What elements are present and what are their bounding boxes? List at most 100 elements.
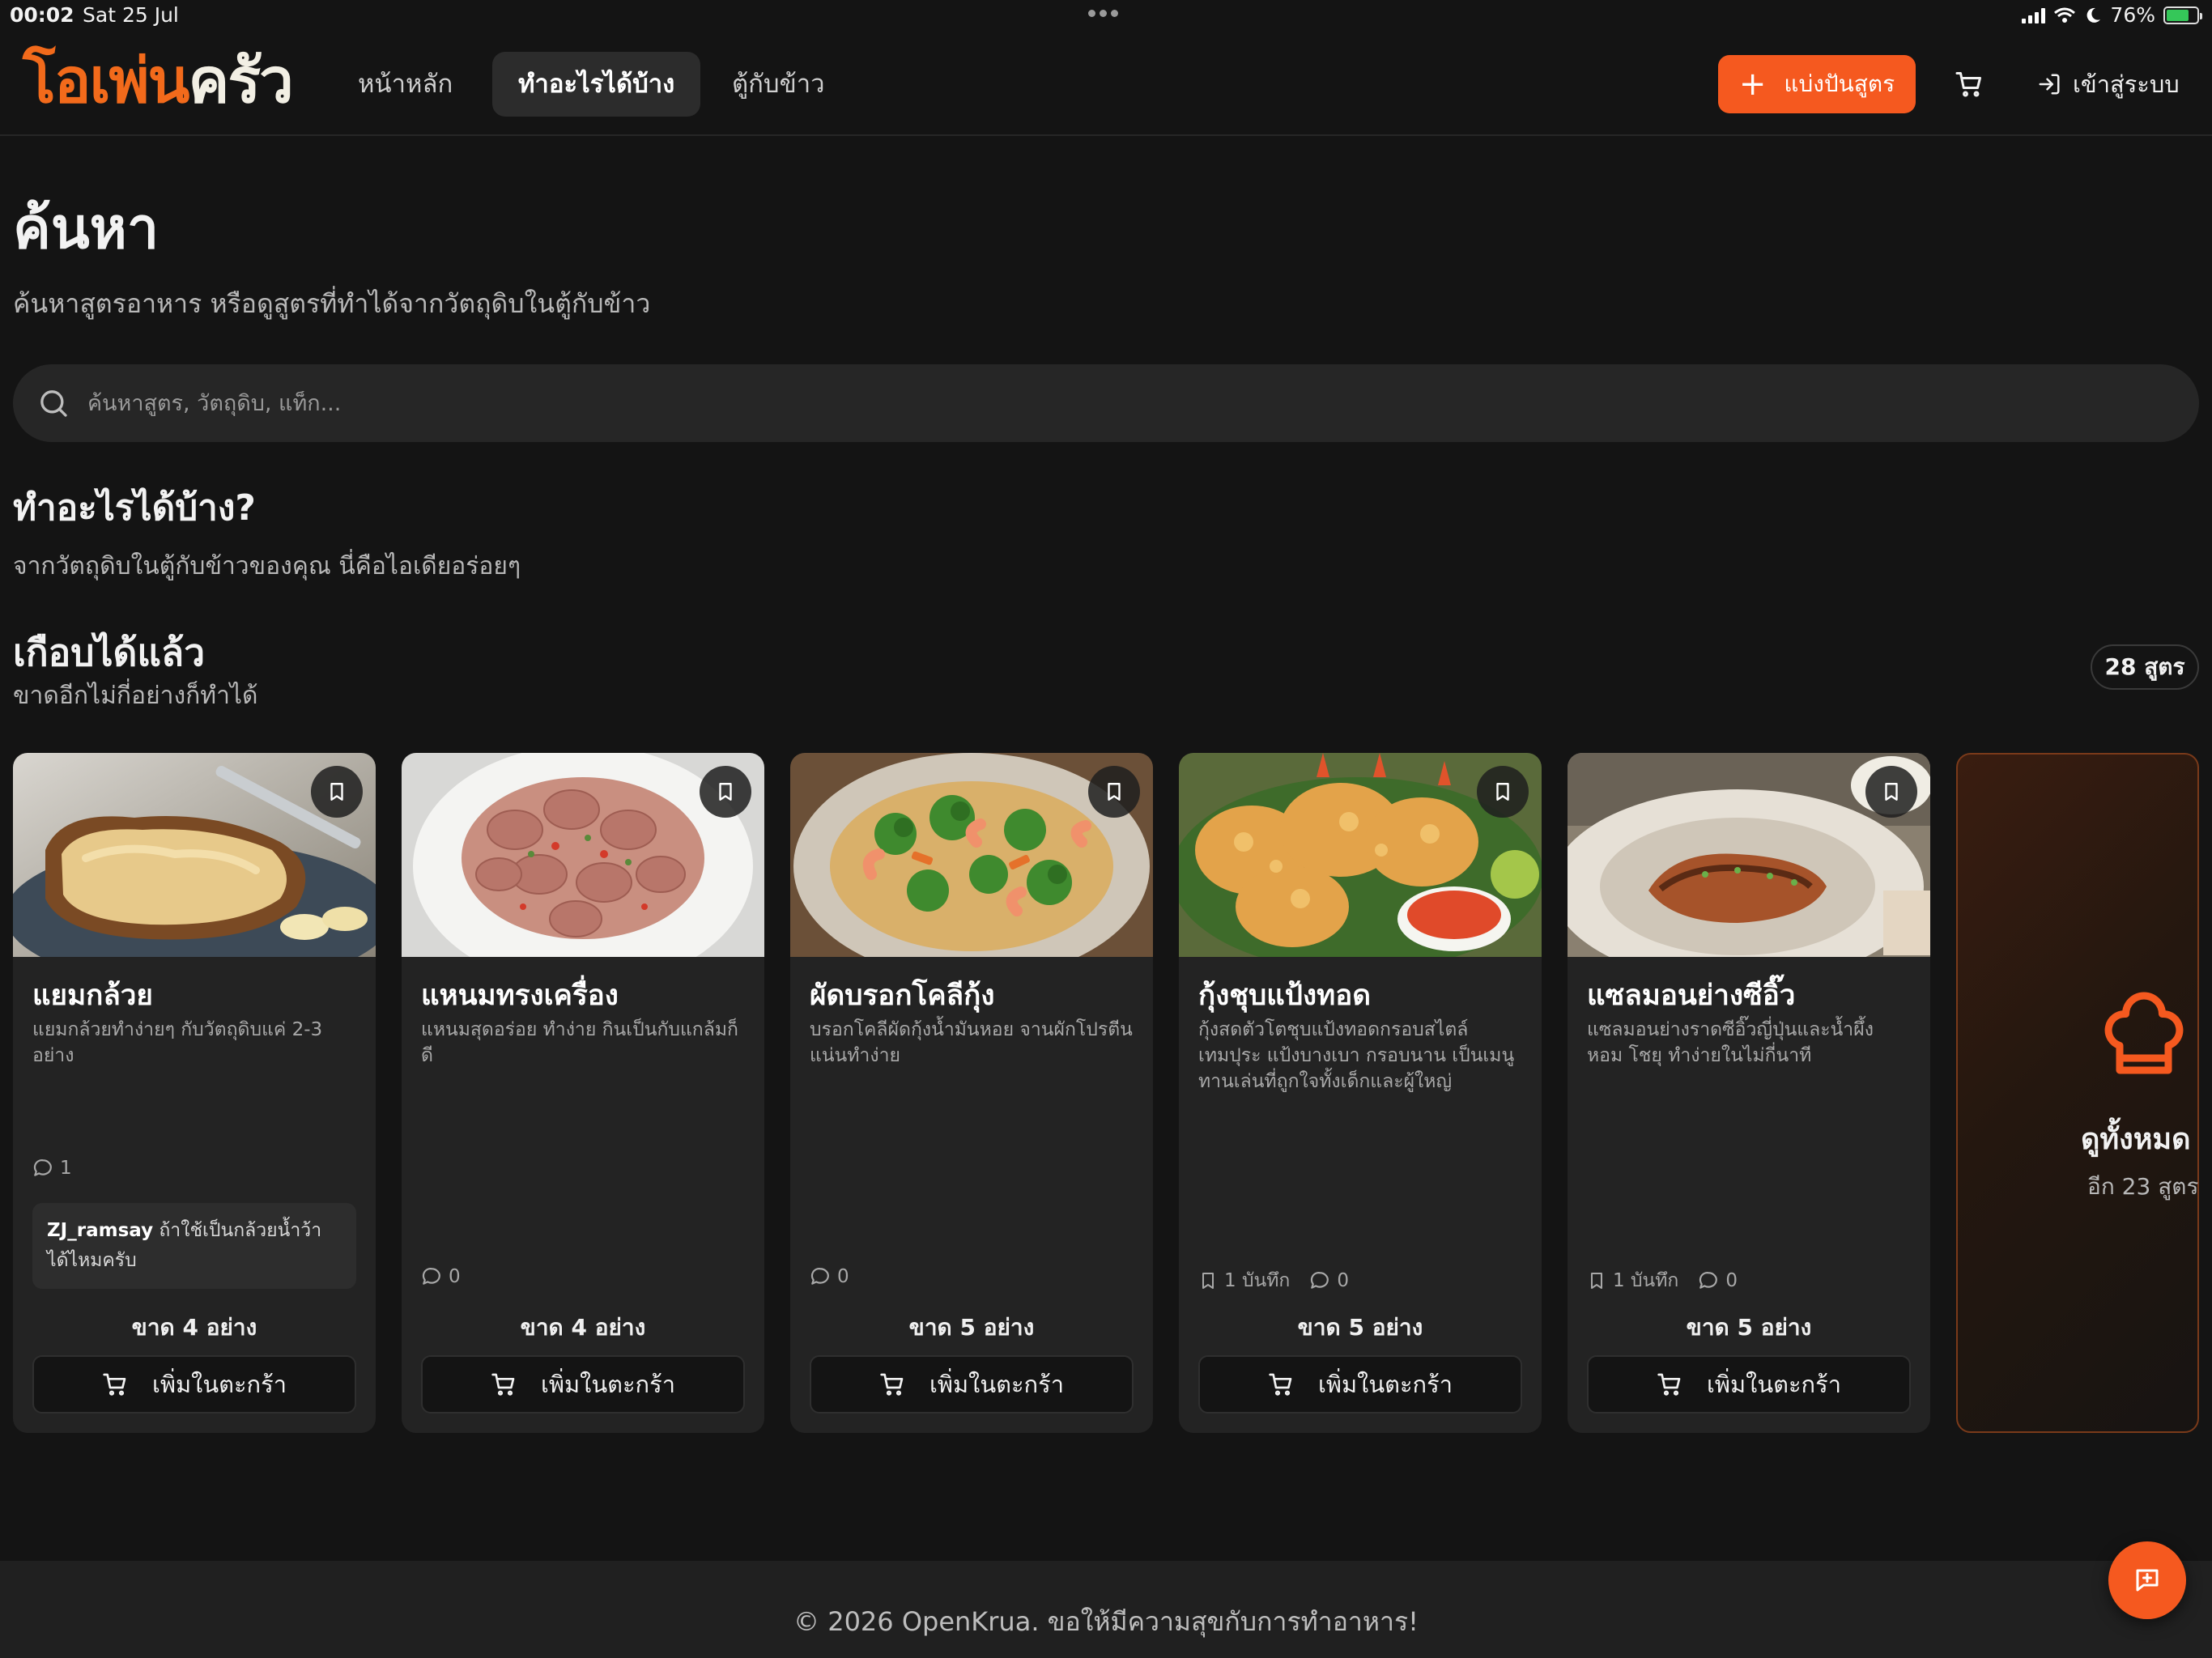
page-title: ค้นหา [13, 195, 160, 261]
bookmark-icon [1202, 1273, 1214, 1289]
search-input[interactable] [87, 390, 2112, 416]
recipe-image[interactable] [1568, 753, 1930, 957]
save-count: 1 บันทึก [1224, 1270, 1291, 1291]
recipe-description: แยมกล้วยทำง่ายๆ กับวัตถุดิบแค่ 2-3 อย่าง [32, 1019, 323, 1066]
status-bar: 00:02 Sat 25 Jul 76% [0, 0, 2212, 32]
add-to-cart-button[interactable]: เพิ่มในตะกร้า [810, 1355, 1134, 1414]
bookmark-icon [330, 783, 343, 801]
add-to-cart-button[interactable]: เพิ่มในตะกร้า [32, 1355, 356, 1414]
recipe-description: บรอกโคลีผัดกุ้งน้ำมันหอย จานผักโปรตีนแน่… [810, 1019, 1133, 1066]
view-all-title: ดูทั้งหมด [2081, 1123, 2191, 1156]
recipe-card[interactable]: แซลมอนย่างซีอิ๊ว แซลมอนย่างราดซีอิ๊วญี่ป… [1568, 753, 1930, 1433]
add-to-cart-button[interactable]: เพิ่มในตะกร้า [1198, 1355, 1522, 1414]
add-to-cart-button[interactable]: เพิ่มในตะกร้า [1587, 1355, 1911, 1414]
recipe-count-badge: 28 สูตร [2091, 644, 2199, 690]
group-title: เกือบได้แล้ว [13, 631, 206, 674]
comment-count: 0 [837, 1266, 849, 1287]
plus-icon: + [1738, 66, 1767, 103]
wifi-icon [2054, 7, 2076, 23]
bookmark-button[interactable] [311, 766, 363, 818]
save-count: 1 บันทึก [1613, 1270, 1679, 1291]
comment-count: 0 [1337, 1270, 1349, 1291]
multitasking-dots-icon[interactable] [1088, 5, 1124, 17]
footer-copyright: © 2026 OpenKrua. ขอให้มีความสุขกับการทำอ… [793, 1606, 1419, 1637]
recipe-title[interactable]: ผัดบรอกโคลีกุ้ง [810, 973, 1142, 1018]
nav-home[interactable]: หน้าหลัก [332, 52, 479, 117]
recipe-title[interactable]: แหนมทรงเครื่อง [421, 973, 753, 1018]
recipe-meta: 1 บันทึก 0 [1198, 1266, 1360, 1295]
cart-icon [880, 1373, 904, 1396]
bookmark-button[interactable] [700, 766, 751, 818]
comment-count: 0 [1725, 1270, 1738, 1291]
bookmark-icon [1108, 783, 1121, 801]
comment-count: 1 [60, 1158, 72, 1179]
comment-icon [33, 1159, 52, 1176]
bookmark-icon [1885, 783, 1898, 801]
recipe-image[interactable] [402, 753, 764, 957]
status-date: Sat 25 Jul [83, 3, 179, 27]
signal-icon [2022, 7, 2046, 23]
cart-icon [491, 1373, 515, 1396]
recipe-card[interactable]: ผัดบรอกโคลีกุ้ง บรอกโคลีผัดกุ้งน้ำมันหอย… [790, 753, 1153, 1433]
recipe-card[interactable]: กุ้งชุบแป้งทอด กุ้งสดตัวโตชุบแป้งทอดกรอบ… [1179, 753, 1542, 1433]
comment-icon [422, 1268, 440, 1285]
feedback-button[interactable] [2108, 1541, 2186, 1619]
page-subtitle: ค้นหาสูตรอาหาร หรือดูสูตรที่ทำได้จากวัตถ… [13, 288, 651, 319]
bookmark-button[interactable] [1477, 766, 1529, 818]
cart-icon [1269, 1373, 1292, 1396]
recipe-title[interactable]: แซลมอนย่างซีอิ๊ว [1587, 973, 1919, 1018]
bookmark-button[interactable] [1865, 766, 1917, 818]
recipe-card[interactable]: แยมกล้วย แยมกล้วยทำง่ายๆ กับวัตถุดิบแค่ … [13, 753, 376, 1433]
recipe-title[interactable]: กุ้งชุบแป้งทอด [1198, 973, 1530, 1018]
group-subtitle: ขาดอีกไม่กี่อย่างก็ทำได้ [13, 682, 258, 710]
moon-icon [2087, 7, 2101, 23]
recipe-meta: 1 [32, 1158, 83, 1179]
login-button[interactable]: เข้าสู่ระบบ [2037, 65, 2180, 104]
add-to-cart-button[interactable]: เพิ่มในตะกร้า [421, 1355, 745, 1414]
view-all-subtitle: อีก 23 สูตร [2087, 1173, 2199, 1200]
battery-percent: 76% [2110, 3, 2155, 27]
message-plus-icon [2136, 1569, 2159, 1592]
comment-icon [1311, 1272, 1329, 1289]
login-icon [2039, 74, 2060, 95]
search-bar[interactable] [13, 364, 2199, 442]
missing-ingredients: ขาด 5 อย่าง [908, 1314, 1035, 1341]
recipe-description: แซลมอนย่างราดซีอิ๊วญี่ปุ่นและน้ำผึ้ง หอม… [1587, 1019, 1874, 1066]
missing-ingredients: ขาด 4 อย่าง [520, 1314, 646, 1341]
bookmark-icon [1591, 1273, 1602, 1289]
bookmark-icon [719, 783, 732, 801]
cart-icon [103, 1373, 126, 1396]
brand-logo[interactable]: โอเพ่นครัว [23, 50, 294, 112]
bookmark-button[interactable] [1088, 766, 1140, 818]
search-icon [40, 390, 67, 417]
recipe-card[interactable]: แหนมทรงเครื่อง แหนมสุดอร่อย ทำง่าย กินเป… [402, 753, 764, 1433]
recipe-image[interactable] [13, 753, 376, 957]
section-subtitle: จากวัตถุดิบในตู้กับข้าวของคุณ นี่คือไอเด… [13, 552, 521, 580]
missing-ingredients: ขาด 5 อย่าง [1686, 1314, 1812, 1341]
cart-icon [1657, 1373, 1681, 1396]
comment-count: 0 [449, 1266, 461, 1287]
recipe-image[interactable] [1179, 753, 1542, 957]
recipe-title[interactable]: แยมกล้วย [32, 973, 364, 1018]
bookmark-icon [1496, 783, 1509, 801]
cart-icon[interactable] [1955, 70, 1984, 99]
recipe-meta: 0 [810, 1266, 861, 1287]
recipe-meta: 0 [421, 1266, 472, 1287]
comment-username[interactable]: ZJ_ramsay [47, 1220, 153, 1241]
status-time: 00:02 [10, 3, 74, 27]
section-title: ทำอะไรได้บ้าง? [13, 487, 256, 529]
recipe-description: กุ้งสดตัวโตชุบแป้งทอดกรอบสไตล์เทมปุระ แป… [1198, 1019, 1515, 1092]
recipe-meta: 1 บันทึก 0 [1587, 1266, 1749, 1295]
nav-what-can-i-cook[interactable]: ทำอะไรได้บ้าง [492, 52, 701, 117]
footer: © 2026 OpenKrua. ขอให้มีความสุขกับการทำอ… [0, 1561, 2212, 1658]
recipe-description: แหนมสุดอร่อย ทำง่าย กินเป็นกับแกล้มก็ดี [421, 1019, 738, 1066]
chef-hat-icon [2104, 992, 2184, 1074]
battery-icon [2163, 6, 2202, 24]
comment-icon [1699, 1272, 1718, 1289]
latest-comment[interactable]: ZJ_ramsay ถ้าใช้เป็นกล้วยน้ำว้าได้ไหมครั… [32, 1203, 356, 1289]
recipe-image[interactable] [790, 753, 1153, 957]
comment-icon [810, 1268, 829, 1285]
share-recipe-button[interactable]: + แบ่งปันสูตร [1718, 55, 1916, 113]
view-all-card[interactable]: ดูทั้งหมด อีก 23 สูตร [1956, 753, 2199, 1433]
nav-pantry[interactable]: ตู้กับข้าว [706, 52, 851, 117]
